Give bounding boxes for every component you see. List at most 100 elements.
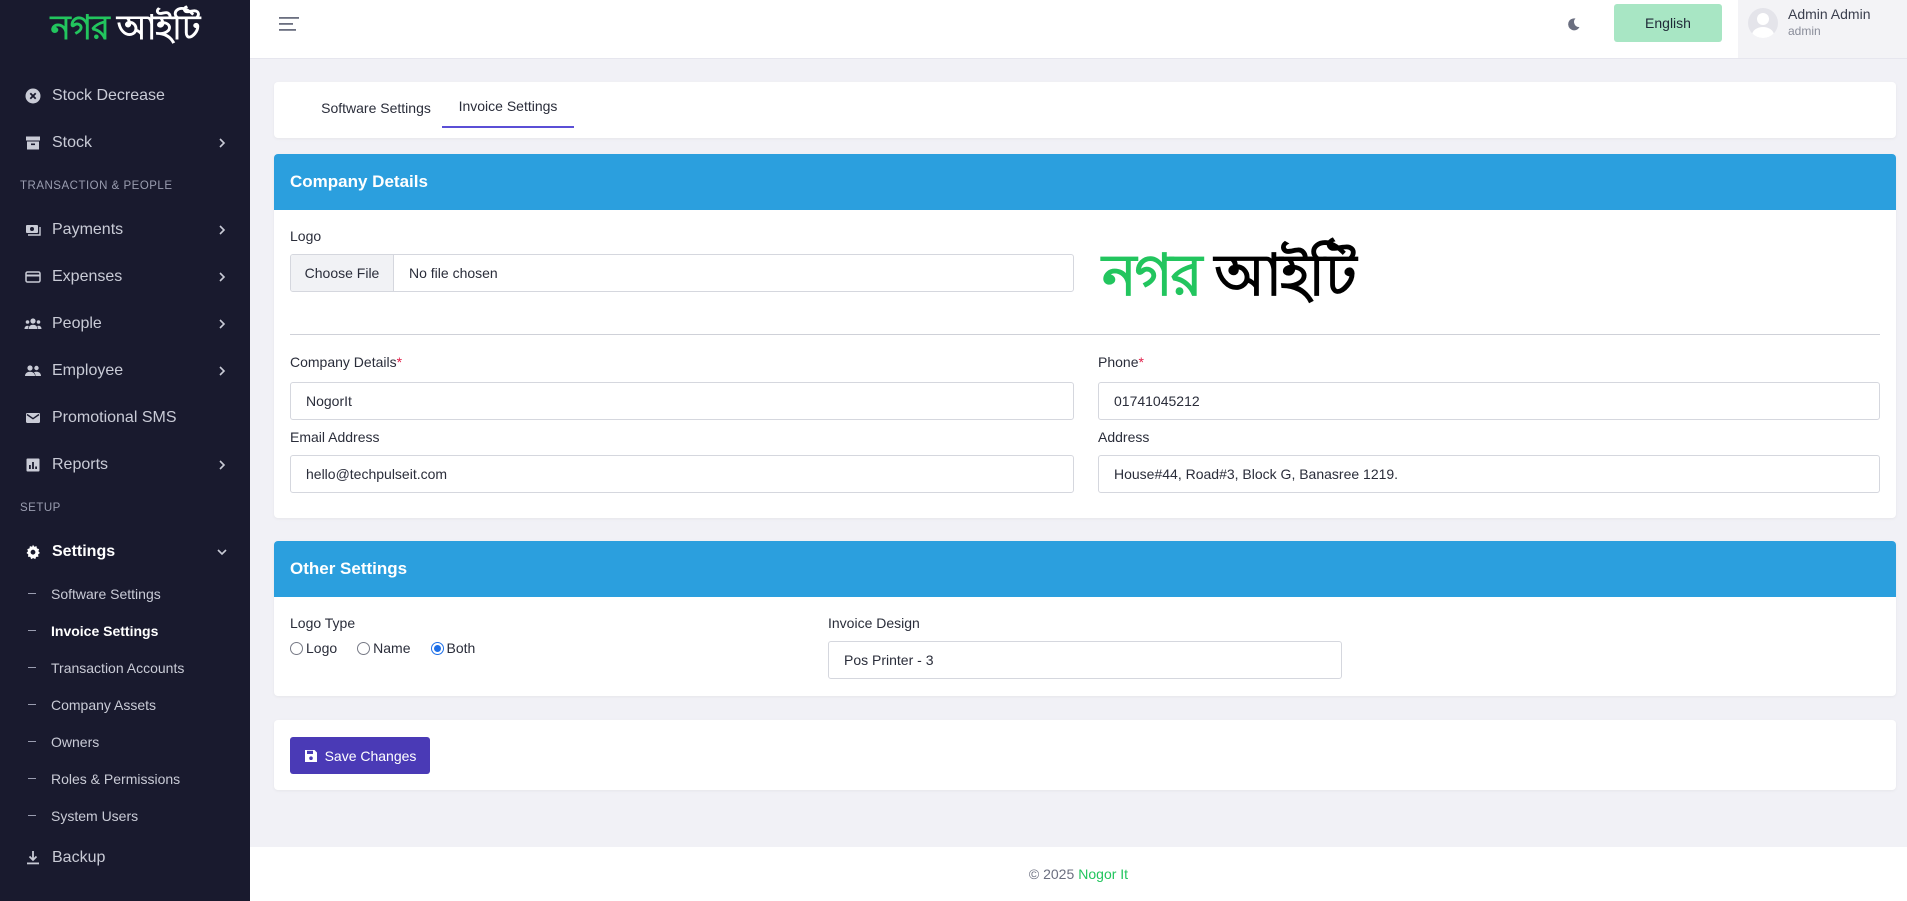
money-icon bbox=[24, 221, 42, 239]
sidebar-nav: Stock Decrease Stock TRANSACTION & PEOPL… bbox=[0, 72, 250, 881]
sidebar-subitem-label: Transaction Accounts bbox=[51, 659, 185, 676]
sidebar-subitem-system-users[interactable]: System Users bbox=[0, 797, 250, 834]
sidebar-subitem-software-settings[interactable]: Software Settings bbox=[0, 575, 250, 612]
invoice-design-label: Invoice Design bbox=[828, 615, 920, 631]
sidebar-item-stock-decrease[interactable]: Stock Decrease bbox=[0, 72, 250, 119]
user-menu[interactable]: Admin Admin admin bbox=[1738, 0, 1907, 58]
logo-type-option-name[interactable]: Name bbox=[357, 640, 411, 656]
sidebar-subitem-label: Company Assets bbox=[51, 696, 157, 713]
tab-invoice-settings[interactable]: Invoice Settings bbox=[442, 82, 574, 128]
user-role: admin bbox=[1788, 24, 1821, 38]
phone-input[interactable] bbox=[1098, 382, 1880, 420]
logo-preview-green: নগর bbox=[1102, 241, 1203, 309]
chevron-right-icon bbox=[219, 271, 226, 282]
sidebar-item-employee[interactable]: Employee bbox=[0, 347, 250, 394]
chevron-right-icon bbox=[219, 459, 226, 470]
sidebar-item-payments[interactable]: Payments bbox=[0, 206, 250, 253]
logo-type-option-logo[interactable]: Logo bbox=[290, 640, 337, 656]
user-name: Admin Admin bbox=[1788, 6, 1871, 22]
chevron-down-icon bbox=[217, 548, 227, 555]
choose-file-button[interactable]: Choose File bbox=[291, 255, 394, 291]
required-mark: * bbox=[396, 354, 403, 370]
avatar bbox=[1748, 8, 1778, 38]
gear-icon bbox=[24, 543, 42, 561]
logo-green-text: নগর bbox=[50, 7, 110, 48]
sidebar-item-label: Settings bbox=[52, 542, 116, 560]
menu-toggle-icon[interactable] bbox=[277, 14, 301, 34]
other-settings-title: Other Settings bbox=[274, 541, 1896, 597]
sidebar-item-settings[interactable]: Settings bbox=[0, 528, 250, 575]
required-mark: * bbox=[1138, 354, 1144, 370]
logo-type-option-both[interactable]: Both bbox=[430, 640, 476, 656]
logo-file-input[interactable]: Choose File No file chosen bbox=[290, 254, 1074, 292]
divider bbox=[290, 334, 1880, 335]
save-icon bbox=[304, 749, 317, 762]
section-setup: SETUP bbox=[20, 502, 61, 514]
save-changes-button[interactable]: Save Changes bbox=[290, 737, 430, 774]
topbar: English Admin Admin admin bbox=[250, 0, 1907, 59]
sidebar-item-label: Backup bbox=[52, 848, 106, 866]
invoice-design-select[interactable]: Pos Printer - 3 bbox=[828, 641, 1342, 679]
copyright: © 2025 bbox=[1028, 866, 1075, 882]
sidebar-item-backup[interactable]: Backup bbox=[0, 834, 250, 881]
sidebar-item-label: Employee bbox=[52, 361, 124, 379]
sidebar-item-promotional-sms[interactable]: Promotional SMS bbox=[0, 394, 250, 441]
radio-logo[interactable] bbox=[290, 641, 303, 655]
sidebar-item-expenses[interactable]: Expenses bbox=[0, 253, 250, 300]
sidebar-subitem-invoice-settings[interactable]: Invoice Settings bbox=[0, 612, 250, 649]
sidebar-subitem-roles-permissions[interactable]: Roles & Permissions bbox=[0, 760, 250, 797]
logo-label: Logo bbox=[290, 228, 322, 244]
file-status: No file chosen bbox=[409, 265, 498, 281]
radio-both[interactable] bbox=[430, 641, 444, 655]
sidebar-subitem-label: Owners bbox=[51, 733, 100, 750]
x-circle-icon bbox=[24, 87, 42, 105]
employee-icon bbox=[24, 362, 42, 380]
chevron-right-icon bbox=[219, 365, 226, 376]
logo-type-radio-group: Logo Name Both bbox=[290, 640, 495, 656]
sidebar-subitem-transaction-accounts[interactable]: Transaction Accounts bbox=[0, 649, 250, 686]
sidebar: নগর আইটি Stock Decrease Stock TRANSACTION… bbox=[0, 0, 250, 901]
chart-icon bbox=[24, 456, 42, 474]
company-details-label: Company Details* bbox=[290, 354, 402, 370]
sidebar-item-label: Stock bbox=[52, 133, 93, 151]
sidebar-item-label: Reports bbox=[52, 455, 109, 473]
address-input[interactable] bbox=[1098, 455, 1880, 493]
footer-brand-link[interactable]: Nogor It bbox=[1078, 866, 1128, 882]
radio-label: Logo bbox=[306, 640, 338, 656]
dark-mode-toggle-icon[interactable] bbox=[1563, 14, 1583, 34]
save-changes-label: Save Changes bbox=[324, 747, 417, 764]
radio-name[interactable] bbox=[357, 641, 371, 655]
company-details-input[interactable] bbox=[290, 382, 1074, 420]
invoice-design-value: Pos Printer - 3 bbox=[844, 652, 934, 668]
section-transaction-people: TRANSACTION & PEOPLE bbox=[20, 180, 173, 192]
archive-icon bbox=[24, 134, 42, 152]
radio-label: Both bbox=[446, 640, 476, 656]
card-icon bbox=[24, 268, 42, 286]
chevron-right-icon bbox=[219, 224, 226, 235]
sidebar-item-label: Promotional SMS bbox=[52, 408, 177, 426]
other-settings-card: Other Settings Logo Type Logo Name Both … bbox=[274, 541, 1896, 696]
language-button[interactable]: English bbox=[1614, 4, 1722, 42]
settings-tabs: Software Settings Invoice Settings bbox=[274, 82, 1896, 138]
chevron-right-icon bbox=[219, 137, 226, 148]
logo-white-text: আইটি bbox=[116, 7, 201, 48]
company-details-title: Company Details bbox=[274, 154, 1896, 210]
address-label: Address bbox=[1098, 429, 1150, 445]
brand-logo[interactable]: নগর আইটি bbox=[0, 0, 250, 55]
sidebar-item-stock[interactable]: Stock bbox=[0, 119, 250, 166]
sidebar-item-label: People bbox=[52, 314, 102, 332]
sidebar-item-reports[interactable]: Reports bbox=[0, 441, 250, 488]
logo-preview: নগর আইটি bbox=[1102, 246, 1357, 304]
mail-icon bbox=[24, 409, 42, 427]
tab-software-settings[interactable]: Software Settings bbox=[296, 82, 456, 128]
chevron-right-icon bbox=[219, 318, 226, 329]
email-input[interactable] bbox=[290, 455, 1074, 493]
sidebar-item-label: Stock Decrease bbox=[52, 86, 165, 104]
sidebar-subitem-company-assets[interactable]: Company Assets bbox=[0, 686, 250, 723]
sidebar-subitem-label: Roles & Permissions bbox=[51, 770, 181, 787]
actions-card: Save Changes bbox=[274, 720, 1896, 790]
email-label: Email Address bbox=[290, 429, 380, 445]
sidebar-item-people[interactable]: People bbox=[0, 300, 250, 347]
sidebar-subitem-owners[interactable]: Owners bbox=[0, 723, 250, 760]
people-icon bbox=[24, 315, 42, 333]
